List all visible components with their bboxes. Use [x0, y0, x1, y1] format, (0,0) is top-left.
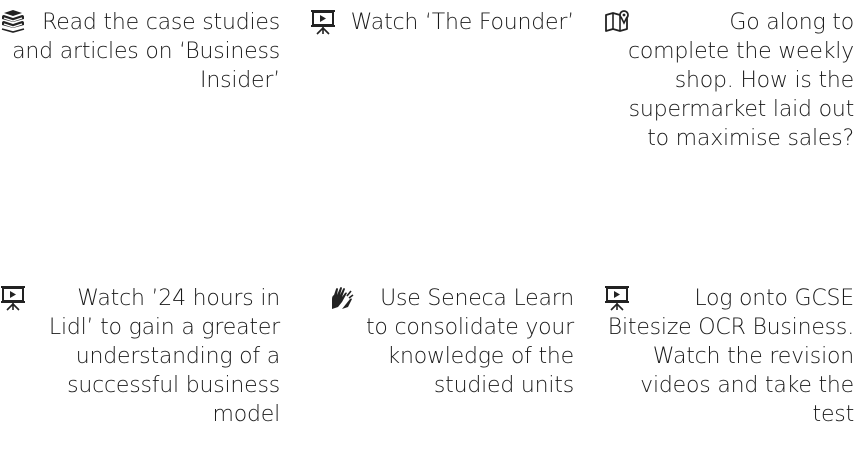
activity-text: Use Seneca Learn to consolidate your kno… [366, 286, 574, 398]
activity-item-seneca: Use Seneca Learn to consolidate your kno… [328, 284, 574, 400]
presentation-icon [604, 285, 632, 311]
activity-text: Watch ‘The Founder’ [350, 10, 575, 35]
activity-text: Go along to complete the weekly shop. Ho… [628, 10, 854, 151]
activity-item-weekly-shop: Go along to complete the weekly shop. Ho… [604, 8, 854, 153]
books-icon [0, 9, 28, 35]
activity-item-lidl: Watch ’24 hours in Lidl’ to gain a great… [0, 284, 280, 429]
activity-text: Watch ’24 hours in Lidl’ to gain a great… [48, 286, 280, 427]
activity-item-bitesize: Log onto GCSE Bitesize OCR Business. Wat… [604, 284, 854, 429]
presentation-icon [0, 285, 28, 311]
activity-item-the-founder: Watch ‘The Founder’ [310, 8, 574, 37]
activity-text: Read the case studies and articles on ‘B… [12, 10, 280, 93]
presentation-icon [310, 9, 338, 35]
activity-grid: Read the case studies and articles on ‘B… [0, 0, 859, 476]
activity-text: Log onto GCSE Bitesize OCR Business. Wat… [607, 286, 854, 427]
activity-item-business-insider: Read the case studies and articles on ‘B… [0, 8, 280, 95]
hands-icon [328, 285, 356, 311]
map-icon [604, 9, 632, 35]
